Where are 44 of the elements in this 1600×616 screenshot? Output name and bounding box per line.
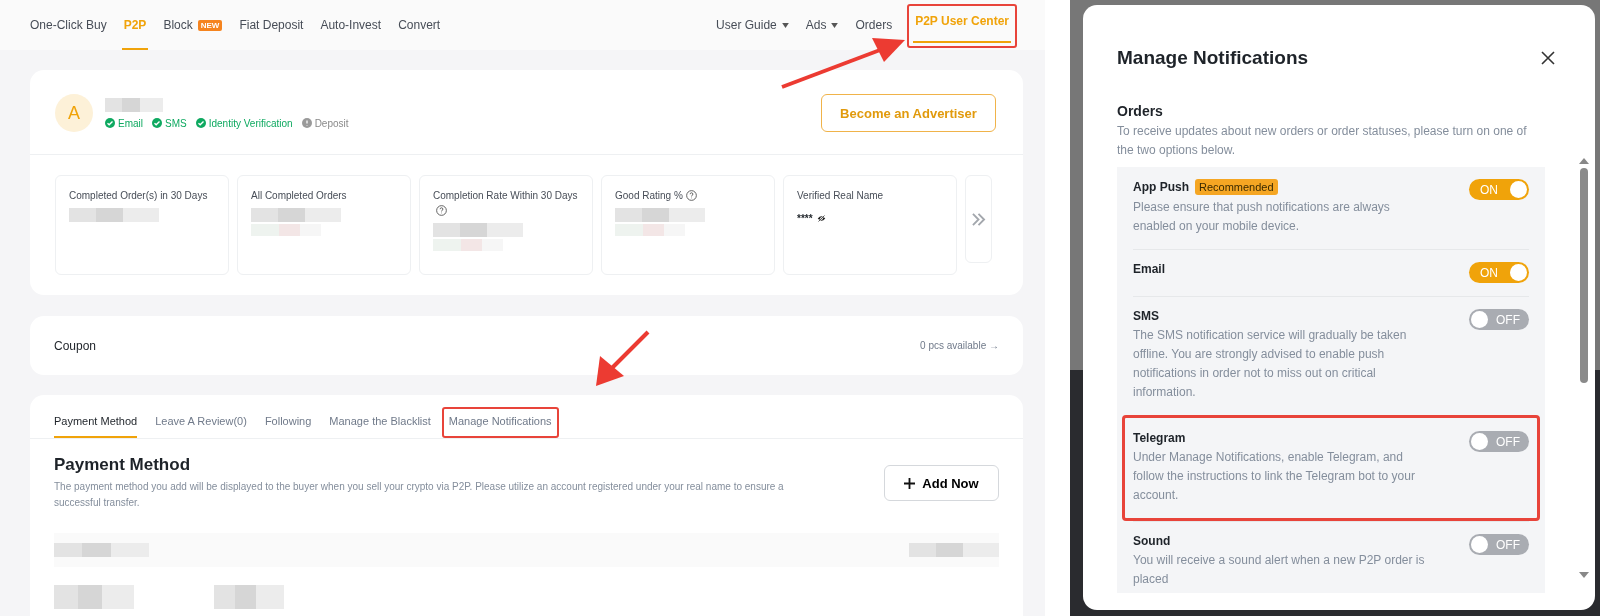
tab[interactable]: Leave A Review(0)	[155, 407, 247, 438]
option-description: Please ensure that push notifications are always enabled on your mobile device.	[1133, 199, 1391, 235]
nav-link[interactable]: One-Click Buy	[28, 10, 109, 50]
tab[interactable]: Manage Notifications	[441, 407, 559, 438]
verification-status: Deposit	[301, 117, 349, 129]
option-description: You will receive a sound alert when a new P2P order is placed	[1133, 552, 1425, 588]
add-now-button[interactable]: Add Now	[884, 465, 999, 501]
section-title: Payment Method	[54, 455, 192, 475]
option-label: Sound	[1133, 534, 1171, 548]
stat-label: Completed Order(s) in 30 Days	[69, 189, 209, 203]
verification-status: Identity Verification	[195, 117, 293, 129]
tab[interactable]: Manage the Blacklist	[329, 407, 431, 438]
option-description: The SMS notification service will gradually be taken offline. You are strongly advised to enable push notifications in order not to miss out on critical information.	[1133, 327, 1408, 401]
stat-label: Completion Rate Within 30 Days	[433, 188, 584, 218]
coupon-link[interactable]: 0 pcs available →	[920, 340, 999, 351]
verification-status: Email	[105, 117, 143, 129]
become-advertiser-button[interactable]: Become an Advertiser	[821, 94, 996, 132]
nav-link[interactable]: User Guide	[714, 10, 791, 50]
nav-link[interactable]: Auto-Invest	[318, 10, 384, 50]
option-label: Telegram	[1133, 431, 1186, 445]
nav-link[interactable]: Ads	[803, 10, 841, 50]
tab[interactable]: Following	[264, 407, 312, 438]
section-description: The payment method you add will be displayed to the buyer when you sell your crypto via P2P. Please utilize an account registered under your real name to ensure a successful transfer.	[54, 480, 785, 510]
stat-label: All Completed Orders	[251, 189, 348, 203]
option-label: App Push	[1133, 180, 1189, 194]
section-description: To receive updates about new orders or order statuses, please turn on one of the two options below.	[1117, 123, 1528, 159]
nav-link[interactable]: Fiat Deposit	[237, 10, 306, 50]
option-label: SMS	[1133, 309, 1159, 323]
tab[interactable]: Payment Method	[54, 407, 138, 438]
stat-value: ****	[797, 213, 813, 224]
avatar: A	[55, 94, 93, 132]
section-title: Orders	[1117, 103, 1164, 119]
stat-label: Verified Real Name	[797, 189, 885, 203]
nav-link[interactable]: Orders	[853, 10, 895, 50]
recommended-badge: Recommended	[1195, 179, 1278, 195]
verification-status: SMS	[152, 117, 187, 129]
nav-link[interactable]: Block NEW	[161, 10, 225, 50]
coupon-label: Coupon	[54, 338, 97, 353]
nav-link[interactable]: Convert	[396, 10, 443, 50]
new-badge: NEW	[197, 19, 223, 31]
dialog-title: Manage Notifications	[1117, 47, 1309, 69]
stat-label: Good Rating %	[615, 188, 766, 203]
option-description: Under Manage Notifications, enable Telegram, and follow the instructions to link the Telegram bot to your account.	[1133, 449, 1416, 504]
option-label: Email	[1133, 262, 1165, 276]
